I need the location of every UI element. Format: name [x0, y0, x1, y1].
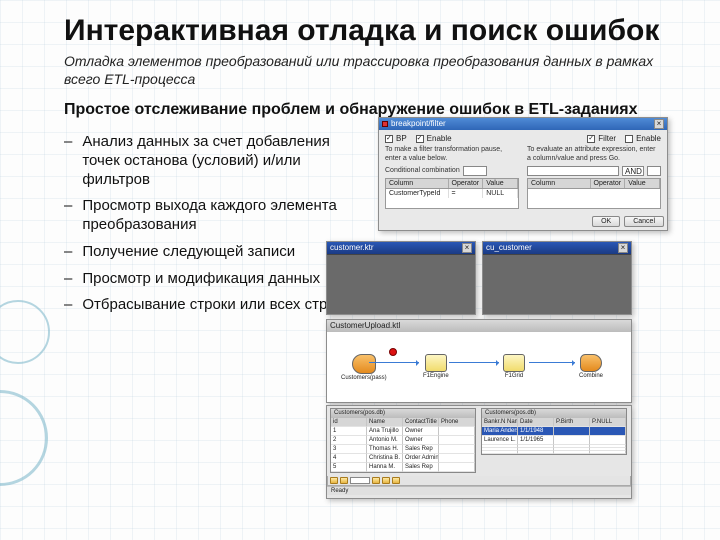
r-cond-grid[interactable]	[527, 189, 661, 209]
go-button[interactable]	[647, 166, 661, 176]
trace-panel-right: cu_customer ×	[482, 241, 632, 315]
close-icon[interactable]: ×	[462, 243, 472, 253]
refresh-icon[interactable]	[392, 477, 400, 484]
cond-input[interactable]	[463, 166, 487, 176]
right-data-grid[interactable]: Customers(pos.db) Bankr.N NameDateP.Birt…	[481, 408, 627, 455]
filter-checkbox[interactable]	[587, 135, 595, 143]
list-item: –Анализ данных за счет добавления точек …	[64, 133, 344, 189]
trace-body	[327, 254, 475, 314]
list-item: –Отбрасывание строки или всех строк	[64, 296, 344, 315]
close-icon[interactable]: ×	[618, 243, 628, 253]
cond-grid[interactable]: CustomerTypeId = NULL	[385, 189, 519, 209]
slide-title: Интерактивная отладка и поиск ошибок	[64, 14, 680, 47]
bp-checkbox[interactable]	[385, 135, 393, 143]
data-grid-container: Customers(pos.db) idNameContactTitlePhon…	[326, 405, 632, 499]
slide-content: Интерактивная отладка и поиск ошибок Отл…	[0, 0, 720, 333]
hint-text: To make a filter transformation pause, e…	[385, 146, 519, 163]
screenshot-cluster: breakpoint/filter × BP Enable To make a …	[358, 133, 680, 323]
dialog-titlebar: breakpoint/filter ×	[379, 118, 667, 130]
decorative-circles	[0, 300, 52, 540]
trace-panel-left: customer.ktr ×	[326, 241, 476, 315]
transform-node-icon[interactable]	[503, 354, 525, 372]
last-record-icon[interactable]	[382, 477, 390, 484]
first-record-icon[interactable]	[330, 477, 338, 484]
status-bar: Ready	[327, 486, 631, 495]
source-node-icon[interactable]	[352, 354, 376, 374]
expr-input[interactable]	[527, 166, 619, 176]
flow-titlebar: CustomerUpload.ktl	[327, 320, 631, 332]
trace-titlebar: customer.ktr ×	[327, 242, 475, 254]
bp-enable-checkbox[interactable]	[416, 135, 424, 143]
flow-arrow	[369, 362, 419, 363]
slide-subtitle: Отладка элементов преобразований или тра…	[64, 53, 654, 88]
list-item: –Просмотр выхода каждого элемента преобр…	[64, 197, 344, 235]
cancel-button[interactable]: Cancel	[624, 216, 664, 227]
flow-canvas[interactable]: Customers(pass) F1Engine F1Grid Combine	[327, 332, 631, 402]
transform-node-icon[interactable]	[425, 354, 447, 372]
hint-text: To evaluate an attribute expression, ent…	[527, 146, 661, 163]
target-node-icon[interactable]	[580, 354, 602, 372]
ok-button[interactable]: OK	[592, 216, 620, 227]
flow-arrow	[529, 362, 575, 363]
dialog-title-text: breakpoint/filter	[391, 118, 446, 130]
filter-enable-checkbox[interactable]	[625, 135, 633, 143]
next-record-icon[interactable]	[372, 477, 380, 484]
trace-body	[483, 254, 631, 314]
breakpoint-marker[interactable]	[389, 348, 397, 356]
bullet-list: –Анализ данных за счет добавления точек …	[64, 133, 344, 323]
prev-record-icon[interactable]	[340, 477, 348, 484]
flow-panel: CustomerUpload.ktl Customers(pass) F1Eng…	[326, 319, 632, 403]
left-data-grid[interactable]: Customers(pos.db) idNameContactTitlePhon…	[330, 408, 476, 473]
r-grid-header: Column Operator Value	[527, 178, 661, 189]
list-item: –Просмотр и модификация данных	[64, 270, 344, 289]
cond-grid-header: Column Operator Value	[385, 178, 519, 189]
grid-toolbar	[327, 476, 631, 486]
logic-combo[interactable]: AND	[622, 166, 644, 176]
flow-arrow	[449, 362, 499, 363]
close-icon[interactable]: ×	[654, 119, 664, 129]
list-item: –Получение следующей записи	[64, 243, 344, 262]
breakpoint-icon	[382, 121, 388, 127]
trace-titlebar: cu_customer ×	[483, 242, 631, 254]
breakpoint-dialog: breakpoint/filter × BP Enable To make a …	[378, 117, 668, 231]
record-input[interactable]	[350, 477, 370, 484]
